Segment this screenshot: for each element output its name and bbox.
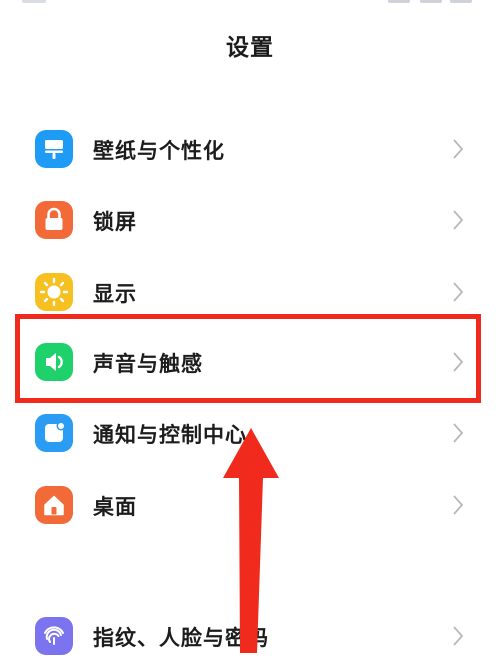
chevron-right-icon xyxy=(453,210,464,230)
highlight-box xyxy=(15,314,481,403)
settings-item-label: 显示 xyxy=(93,282,137,306)
settings-item-lock-screen[interactable]: 锁屏 xyxy=(0,185,500,255)
settings-item-notifications[interactable]: 通知与控制中心 xyxy=(0,398,500,468)
wallpaper-icon xyxy=(35,130,73,168)
status-bar-left-indicator xyxy=(22,0,46,3)
chevron-right-icon xyxy=(453,423,464,443)
settings-item-wallpaper[interactable]: 壁纸与个性化 xyxy=(0,114,500,184)
settings-item-desktop[interactable]: 桌面 xyxy=(0,470,500,540)
home-icon xyxy=(35,486,73,524)
settings-item-label: 指纹、人脸与密码 xyxy=(93,626,269,650)
chevron-right-icon xyxy=(453,626,464,646)
sun-icon xyxy=(35,273,73,311)
status-bar xyxy=(0,0,500,8)
settings-item-security[interactable]: 指纹、人脸与密码 xyxy=(0,601,500,671)
page-title: 设置 xyxy=(226,35,274,61)
settings-item-label: 通知与控制中心 xyxy=(93,423,247,447)
fingerprint-icon xyxy=(35,617,73,655)
notification-icon xyxy=(35,414,73,452)
chevron-right-icon xyxy=(453,282,464,302)
lock-icon xyxy=(35,201,73,239)
chevron-right-icon xyxy=(453,139,464,159)
status-bar-right-indicators xyxy=(388,0,472,3)
chevron-right-icon xyxy=(453,495,464,515)
settings-item-label: 锁屏 xyxy=(93,210,137,234)
settings-item-label: 桌面 xyxy=(93,495,137,519)
settings-item-label: 壁纸与个性化 xyxy=(93,139,225,163)
